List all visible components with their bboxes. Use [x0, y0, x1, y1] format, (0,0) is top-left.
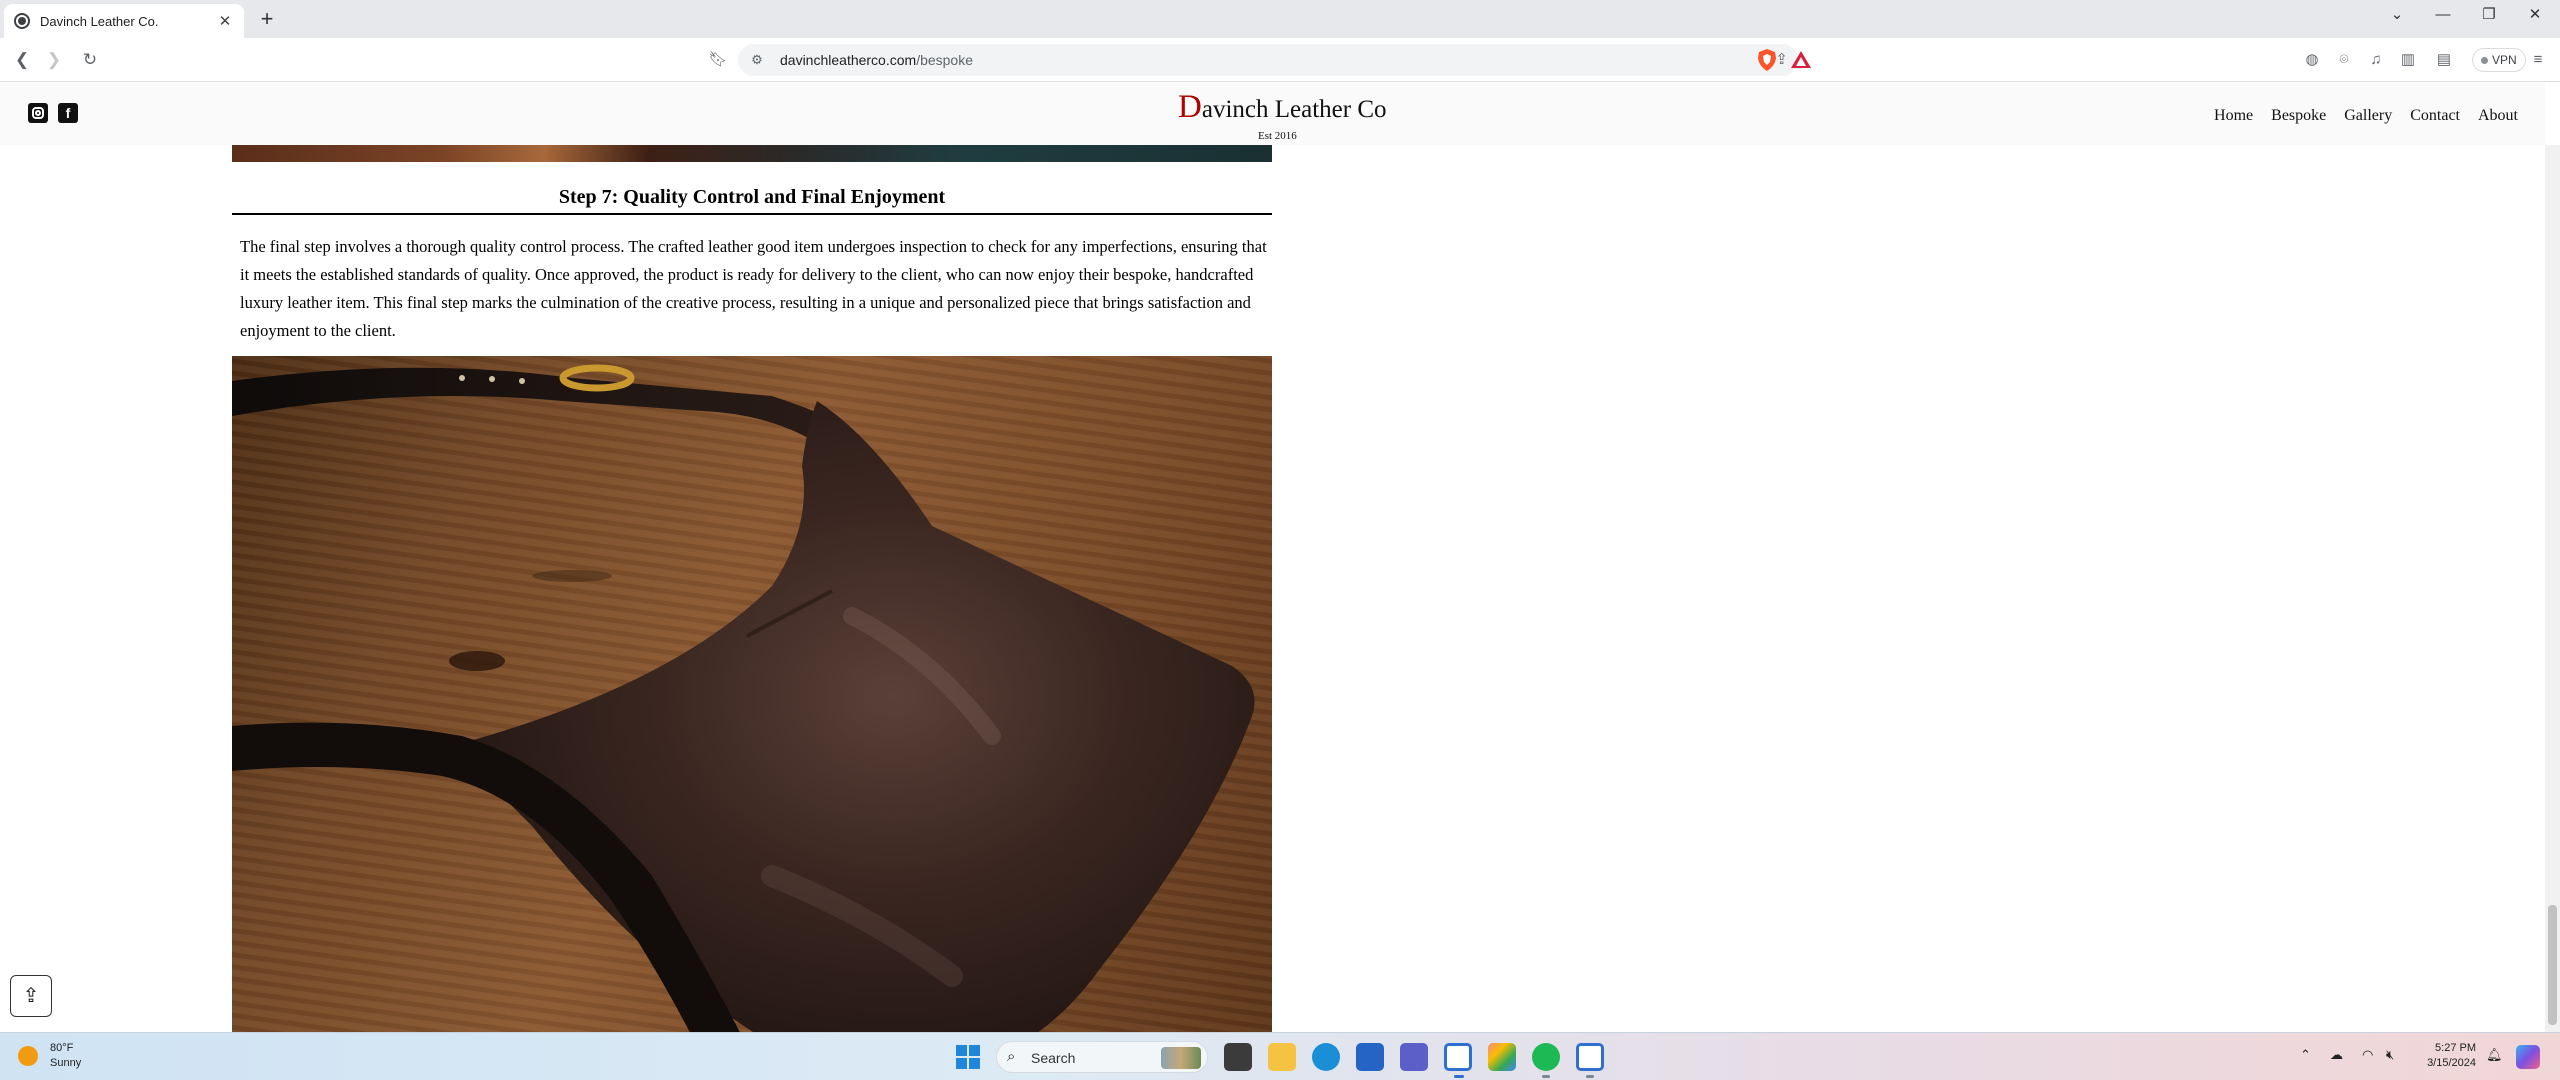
- bookmark-icon[interactable]: 🔖︎: [708, 49, 728, 71]
- browser-toolbar: ❮ ❯ ↻ 🔖︎ ⚙ davinchleatherco.com/bespoke …: [0, 38, 2560, 82]
- search-icon: ⌕: [1007, 1048, 1016, 1065]
- taskbar-search[interactable]: ⌕ Search: [996, 1041, 1208, 1073]
- start-logo-tile: [969, 1045, 980, 1056]
- clock-date: 3/15/2024: [2427, 1057, 2476, 1069]
- start-button[interactable]: [956, 1045, 980, 1069]
- url-path: /bespoke: [916, 52, 974, 68]
- copilot-icon[interactable]: [2516, 1045, 2540, 1069]
- logo-initial: D: [1178, 89, 1202, 125]
- new-tab-button[interactable]: +: [255, 8, 279, 32]
- wifi-icon[interactable]: ◠: [2362, 1047, 2373, 1063]
- notification-bell-icon[interactable]: 🔔︎: [2486, 1047, 2503, 1063]
- extension-icon[interactable]: ◍: [2300, 48, 2324, 72]
- start-logo-tile: [956, 1058, 967, 1069]
- sun-icon: [18, 1046, 38, 1066]
- nav-bespoke[interactable]: Bespoke: [2271, 107, 2326, 125]
- nav-gallery[interactable]: Gallery: [2344, 107, 2392, 125]
- close-tab-icon[interactable]: ✕: [216, 12, 234, 30]
- title-divider: [232, 213, 1272, 215]
- volume-muted-icon[interactable]: 🔇︎: [2386, 1047, 2394, 1063]
- previous-step-image: [232, 145, 1272, 162]
- brave-shields-icon[interactable]: [1756, 48, 1778, 72]
- chat-icon[interactable]: ⌾: [2332, 48, 2356, 72]
- site-logo[interactable]: Davinch Leather Co: [1178, 89, 1387, 126]
- close-window-button[interactable]: ✕: [2512, 0, 2558, 32]
- step-description: The final step involves a thorough quali…: [240, 237, 1267, 340]
- show-hidden-icons[interactable]: ⌃: [2300, 1047, 2311, 1063]
- clock-time: 5:27 PM: [2435, 1042, 2476, 1054]
- brave-rewards-icon[interactable]: [1790, 49, 1812, 71]
- url-domain: davinchleatherco.com: [780, 52, 917, 68]
- search-label: Search: [1031, 1050, 1076, 1066]
- tab-strip: Davinch Leather Co. ✕ + ⌄ — ❐ ✕: [0, 0, 2560, 38]
- taskbar: 80°F Sunny ⌕ Search ⌃ ☁ ◠ 🔇︎ 5:27 PM 3/1…: [0, 1032, 2560, 1080]
- facebook-icon[interactable]: f: [58, 103, 78, 123]
- network-status-icon[interactable]: ☁: [2330, 1047, 2343, 1063]
- page-viewport: f Davinch Leather Co Est 2016 Home Bespo…: [0, 83, 2560, 1032]
- menu-icon[interactable]: ≡: [2526, 48, 2550, 72]
- tab-search-icon[interactable]: ⌄: [2374, 0, 2420, 32]
- globe-icon: [14, 13, 30, 29]
- colorful-app-icon[interactable]: [1488, 1043, 1516, 1071]
- sidebar-icon[interactable]: ▥: [2396, 48, 2420, 72]
- store-icon[interactable]: [1356, 1043, 1384, 1071]
- start-logo-tile: [969, 1058, 980, 1069]
- address-bar[interactable]: 🔖︎ ⚙ davinchleatherco.com/bespoke ⇪: [708, 44, 1798, 76]
- spotify-icon[interactable]: [1532, 1043, 1560, 1071]
- active-window-icon[interactable]: [1444, 1043, 1472, 1071]
- browser-tab[interactable]: Davinch Leather Co. ✕: [4, 4, 244, 38]
- running-indicator: [1542, 1075, 1550, 1078]
- active-indicator: [1454, 1075, 1464, 1078]
- wallet-icon[interactable]: ▤: [2432, 48, 2456, 72]
- url-text: davinchleatherco.com/bespoke: [780, 52, 973, 68]
- step-title: Step 7: Quality Control and Final Enjoym…: [558, 186, 946, 208]
- search-highlight-image: [1161, 1047, 1201, 1069]
- share-button[interactable]: ⇪: [10, 975, 52, 1017]
- main-nav: Home Bespoke Gallery Contact About: [2196, 107, 2518, 125]
- clock[interactable]: 5:27 PM 3/15/2024: [2418, 1041, 2476, 1071]
- leather-bag-illustration: [232, 364, 1255, 1032]
- site-header: f Davinch Leather Co Est 2016 Home Bespo…: [0, 83, 2545, 145]
- instagram-icon[interactable]: [28, 103, 48, 123]
- logo-text: avinch Leather Co: [1201, 96, 1387, 123]
- file-explorer-icon[interactable]: [1268, 1043, 1296, 1071]
- music-icon[interactable]: ♫: [2364, 48, 2388, 72]
- start-logo-tile: [956, 1045, 967, 1056]
- scrollbar-thumb[interactable]: [2548, 905, 2557, 1025]
- back-button[interactable]: ❮: [10, 48, 34, 72]
- nav-contact[interactable]: Contact: [2410, 107, 2460, 125]
- nav-about[interactable]: About: [2478, 107, 2518, 125]
- second-window-icon[interactable]: [1576, 1043, 1604, 1071]
- task-view-icon[interactable]: [1224, 1043, 1252, 1071]
- site-info-icon[interactable]: ⚙: [748, 51, 766, 69]
- weather-widget[interactable]: 80°F Sunny: [18, 1041, 81, 1071]
- teams-icon[interactable]: [1400, 1043, 1428, 1071]
- minimize-button[interactable]: —: [2420, 0, 2466, 32]
- forward-button[interactable]: ❯: [42, 48, 66, 72]
- weather-temp: 80°F: [50, 1042, 74, 1054]
- restore-button[interactable]: ❐: [2466, 0, 2512, 32]
- vpn-button[interactable]: VPN: [2472, 48, 2526, 72]
- reload-button[interactable]: ↻: [78, 48, 102, 72]
- established-text: Est 2016: [1258, 130, 1297, 142]
- running-indicator: [1586, 1075, 1594, 1078]
- nav-home[interactable]: Home: [2214, 107, 2253, 125]
- page-scrollbar[interactable]: [2545, 145, 2560, 1032]
- edge-icon[interactable]: [1312, 1043, 1340, 1071]
- tab-title: Davinch Leather Co.: [40, 13, 159, 29]
- weather-desc: Sunny: [50, 1057, 82, 1069]
- leather-bag-photo: [232, 356, 1272, 1032]
